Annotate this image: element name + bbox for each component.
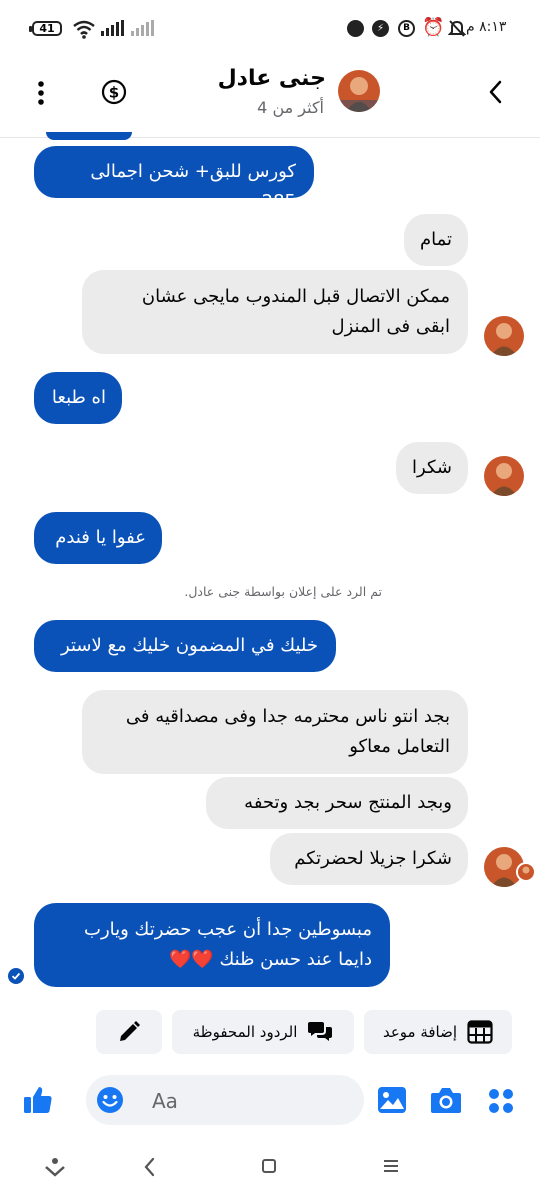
message-outgoing[interactable]: عفوا يا فندم: [34, 512, 162, 564]
saved-replies-button[interactable]: الردود المحفوظة: [172, 1010, 354, 1054]
nav-home-icon[interactable]: [261, 1158, 277, 1174]
dot-icon: [347, 20, 364, 37]
sender-avatar: [484, 316, 524, 356]
messenger-icon: ⚡: [372, 20, 389, 37]
message-input[interactable]: Aa: [86, 1075, 364, 1125]
delivered-check-icon: [8, 968, 24, 984]
dollar-circle-icon[interactable]: $: [101, 79, 127, 105]
message-placeholder: Aa: [152, 1089, 178, 1113]
gallery-icon[interactable]: [377, 1086, 407, 1114]
ad-reply-note: تم الرد على إعلان بواسطة جنى عادل.: [184, 584, 382, 599]
status-bar: 41 ⚡ B ⏰ ٨:١٣ م: [0, 0, 540, 58]
battery-icon: 41: [29, 21, 62, 36]
more-vertical-icon[interactable]: [36, 80, 46, 106]
message-incoming[interactable]: شكرا جزيلا لحضرتكم: [270, 833, 468, 885]
message-incoming[interactable]: بجد انتو ناس محترمه جدا وفى مصداقيه فى ا…: [82, 690, 468, 774]
mute-icon: [448, 20, 466, 37]
message-outgoing[interactable]: مبسوطين جدا أن عجب حضرتك ويارب دايما عند…: [34, 903, 390, 987]
sender-avatar: [484, 456, 524, 496]
chat-header: $ جنى عادل أكثر من 4: [0, 58, 540, 138]
camera-icon[interactable]: [430, 1086, 462, 1114]
message-outgoing[interactable]: خليك في المضمون خليك مع لاستر: [34, 620, 336, 672]
message-incoming[interactable]: تمام: [404, 214, 468, 266]
nav-back-icon[interactable]: [142, 1156, 156, 1178]
saved-replies-label: الردود المحفوظة: [192, 1023, 298, 1041]
avatar[interactable]: [338, 70, 380, 112]
b-icon: B: [398, 20, 415, 37]
nav-recents-icon[interactable]: [382, 1158, 400, 1174]
contact-name[interactable]: جنى عادل: [218, 66, 326, 91]
signal-icon: [101, 20, 124, 36]
chat-bubbles-icon: [308, 1022, 333, 1041]
signal-icon-2: [131, 20, 154, 36]
status-time: ٨:١٣ م: [466, 19, 507, 35]
message-incoming[interactable]: شكرا: [396, 442, 468, 494]
like-thumb-icon[interactable]: [22, 1084, 54, 1116]
add-appointment-button[interactable]: إضافة موعد: [364, 1010, 512, 1054]
message-incoming[interactable]: ممكن الاتصال قبل المندوب مايجى عشان ابقى…: [82, 270, 468, 354]
calendar-table-icon: [467, 1020, 493, 1044]
edit-button[interactable]: [96, 1010, 162, 1054]
alarm-icon: ⏰: [422, 17, 445, 38]
wifi-icon: [73, 20, 95, 39]
emoji-icon[interactable]: [96, 1086, 124, 1114]
message-bubble-partial: [46, 132, 132, 140]
contact-subtitle: أكثر من 4: [257, 98, 324, 117]
message-incoming[interactable]: وبجد المنتج سحر بجد وتحفه: [206, 777, 468, 829]
add-appointment-label: إضافة موعد: [382, 1023, 458, 1041]
assistant-icon[interactable]: [44, 1156, 66, 1178]
message-outgoing[interactable]: كورس للبق+ شحن اجمالى 285: [34, 146, 314, 212]
svg-text:$: $: [109, 84, 119, 102]
apps-grid-icon[interactable]: [487, 1087, 515, 1115]
back-chevron-icon[interactable]: [488, 80, 502, 104]
pencil-icon: [120, 1021, 140, 1041]
message-outgoing[interactable]: اه طبعا: [34, 372, 122, 424]
read-receipt-avatar: [516, 862, 536, 882]
system-nav-bar: [0, 1140, 540, 1200]
